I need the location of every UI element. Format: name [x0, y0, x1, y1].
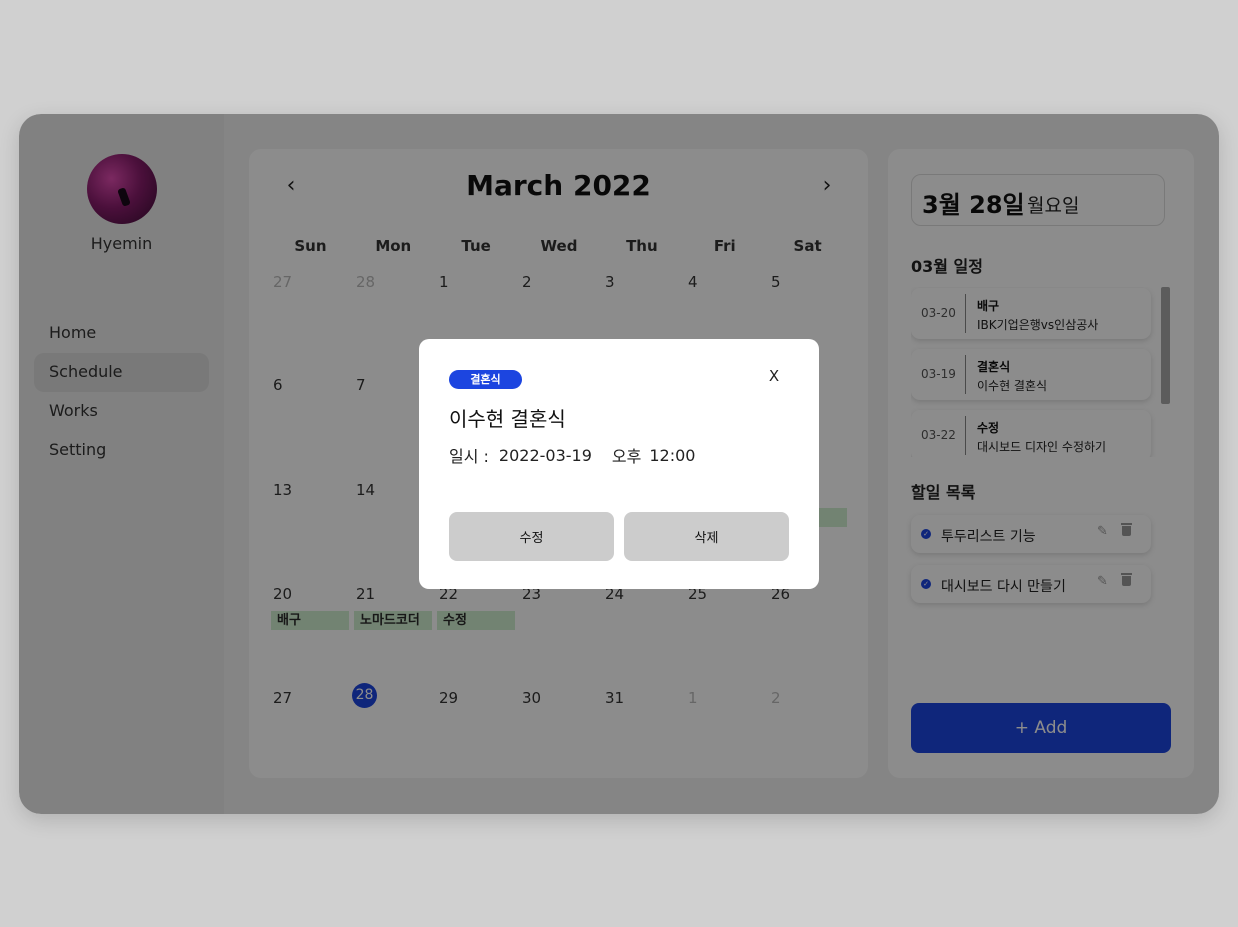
close-button[interactable]: X	[765, 367, 783, 385]
delete-button[interactable]: 삭제	[624, 512, 789, 561]
event-ampm: 오후	[611, 447, 642, 466]
event-title: 이수현 결혼식	[449, 407, 566, 431]
edit-button[interactable]: 수정	[449, 512, 614, 561]
time-label: 일시 :	[449, 447, 489, 466]
event-category-tag: 결혼식	[449, 370, 522, 389]
event-date: 2022-03-19	[498, 445, 592, 465]
event-time: 일시 : 2022-03-19 오후 12:00	[449, 443, 695, 467]
event-detail-modal: 결혼식 X 이수현 결혼식 일시 : 2022-03-19 오후 12:00 수…	[419, 339, 819, 589]
event-clock: 12:00	[649, 445, 696, 465]
